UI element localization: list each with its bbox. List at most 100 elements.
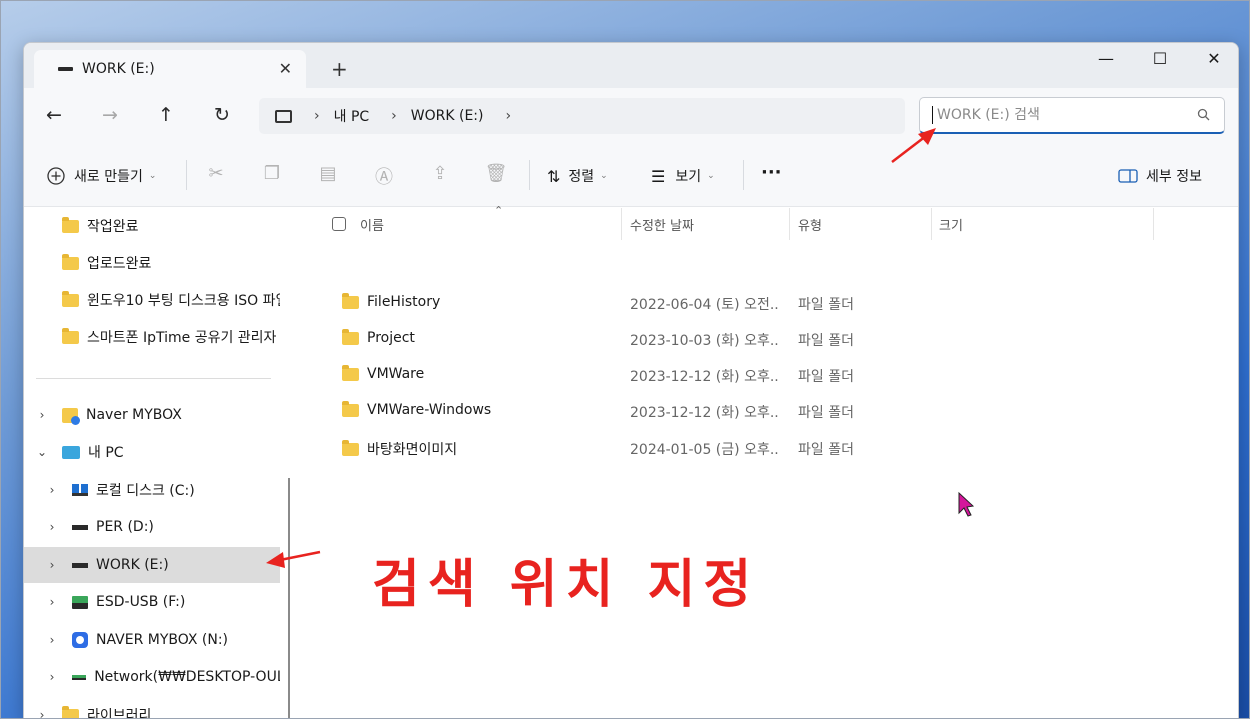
sidebar-item-naver-mybox[interactable]: › Naver MYBOX xyxy=(24,397,280,433)
view-icon: ☰ xyxy=(651,166,666,186)
file-name: VMWare xyxy=(367,366,425,382)
address-bar[interactable]: › 내 PC › WORK (E:) › xyxy=(259,98,905,134)
new-button[interactable]: 새로 만들기 ⌄ xyxy=(46,166,156,186)
tab-close-icon[interactable]: ✕ xyxy=(279,59,292,78)
column-date[interactable]: 수정한 날짜 xyxy=(630,208,694,240)
sidebar-item-my-pc[interactable]: ⌄ 내 PC xyxy=(24,434,280,470)
column-divider[interactable] xyxy=(789,208,790,240)
folder-icon xyxy=(342,364,359,381)
file-date: 2023-12-12 (화) 오후... xyxy=(630,405,780,421)
chevron-right-icon[interactable]: › xyxy=(42,670,62,684)
annotation-label: 검색 위치 지정 xyxy=(372,555,760,615)
folder-icon xyxy=(342,292,359,309)
sidebar-item-per-d[interactable]: › PER (D:) xyxy=(24,509,280,545)
chevron-right-icon[interactable]: › xyxy=(42,595,62,609)
sidebar-item-naver-mybox-n[interactable]: › NAVER MYBOX (N:) xyxy=(24,622,280,658)
search-input[interactable] xyxy=(937,107,1187,123)
breadcrumb-separator: › xyxy=(505,108,512,124)
share-icon[interactable]: ⇪ xyxy=(428,163,452,184)
folder-icon xyxy=(342,400,359,417)
folder-icon xyxy=(342,328,359,345)
chevron-down-icon: ⌄ xyxy=(707,171,715,181)
file-type: 파일 폴더 xyxy=(798,297,854,313)
folder-icon xyxy=(342,439,359,456)
file-date: 2022-06-04 (토) 오전... xyxy=(630,297,780,313)
table-row[interactable]: VMWare-Windows 2023-12-12 (화) 오후... 파일 폴… xyxy=(300,393,1200,429)
cut-icon[interactable]: ✂ xyxy=(204,163,228,184)
column-header-label: 크기 xyxy=(939,218,963,234)
table-row[interactable]: Project 2023-10-03 (화) 오후... 파일 폴더 xyxy=(300,321,1200,357)
forward-button[interactable]: → xyxy=(95,104,125,126)
sort-label: 정렬 xyxy=(568,169,595,185)
file-list: 이름 ⌃ 수정한 날짜 유형 크기 FileHistory 2022-06-04… xyxy=(300,204,1238,718)
details-pane-button[interactable]: 세부 정보 xyxy=(1118,166,1202,186)
paste-icon[interactable]: ▤ xyxy=(316,163,340,184)
sidebar-item-pinned[interactable]: 윈도우10 부팅 디스크용 ISO 파일 xyxy=(24,282,280,318)
sort-button[interactable]: ⇅ 정렬 ⌄ xyxy=(547,166,608,186)
chevron-right-icon[interactable]: › xyxy=(42,520,62,534)
tab-title: WORK (E:) xyxy=(82,61,155,77)
network-icon xyxy=(72,674,87,680)
sidebar-item-libraries[interactable]: › 라이브러리 xyxy=(24,697,280,718)
sidebar-item-network-drive[interactable]: › Network(₩₩DESKTOP-OULBV xyxy=(24,659,280,695)
chevron-right-icon[interactable]: › xyxy=(32,408,52,422)
search-box[interactable] xyxy=(919,97,1225,134)
sidebar-item-work-e[interactable]: › WORK (E:) xyxy=(24,547,280,583)
column-divider[interactable] xyxy=(1153,208,1154,240)
command-bar: 새로 만들기 ⌄ ✂ ❐ ▤ Ⓐ ⇪ 🗑 ⇅ 정렬 ⌄ ☰ 보기 ⌄ ··· 세… xyxy=(24,142,1238,207)
column-header-label: 수정한 날짜 xyxy=(630,218,694,234)
rename-icon[interactable]: Ⓐ xyxy=(372,163,396,189)
sidebar-item-local-disk-c[interactable]: › 로컬 디스크 (C:) xyxy=(24,472,280,508)
table-row[interactable]: FileHistory 2022-06-04 (토) 오전... 파일 폴더 xyxy=(300,285,1200,321)
column-divider[interactable] xyxy=(621,208,622,240)
mybox-icon xyxy=(62,407,80,425)
chevron-right-icon[interactable]: › xyxy=(42,633,62,647)
maximize-button[interactable]: ☐ xyxy=(1140,49,1180,68)
file-name: Project xyxy=(367,330,415,346)
breadcrumb-my-pc[interactable]: 내 PC xyxy=(334,106,370,126)
sidebar-item-esd-usb-f[interactable]: › ESD-USB (F:) xyxy=(24,584,280,620)
column-name[interactable]: 이름 xyxy=(332,208,384,240)
select-all-checkbox[interactable] xyxy=(332,217,346,231)
minimize-button[interactable]: — xyxy=(1086,49,1126,68)
table-row[interactable]: 바탕화면이미지 2024-01-05 (금) 오후... 파일 폴더 xyxy=(300,430,1200,466)
column-type[interactable]: 유형 xyxy=(798,208,822,240)
chevron-right-icon[interactable]: › xyxy=(42,483,62,497)
sidebar-item-label: 업로드완료 xyxy=(87,256,152,272)
pc-icon xyxy=(62,445,80,459)
search-icon xyxy=(1197,108,1210,121)
refresh-button[interactable]: ↻ xyxy=(207,104,237,126)
file-date: 2023-10-03 (화) 오후... xyxy=(630,333,780,349)
file-date: 2024-01-05 (금) 오후... xyxy=(630,442,780,458)
column-divider[interactable] xyxy=(931,208,932,240)
add-circle-icon xyxy=(47,167,65,185)
chevron-right-icon[interactable]: › xyxy=(32,708,52,718)
sidebar-item-pinned[interactable]: 작업완료 xyxy=(24,208,280,244)
column-size[interactable]: 크기 xyxy=(939,208,963,240)
copy-icon[interactable]: ❐ xyxy=(260,163,284,184)
column-header-label: 유형 xyxy=(798,218,822,234)
chevron-down-icon[interactable]: ⌄ xyxy=(32,445,52,459)
tab-work-e[interactable]: WORK (E:) ✕ xyxy=(34,50,306,88)
divider xyxy=(186,160,187,190)
new-tab-button[interactable]: + xyxy=(331,57,348,81)
sidebar-item-pinned[interactable]: 스마트폰 IpTime 공유기 관리자 xyxy=(24,319,280,355)
breadcrumb-work-e[interactable]: WORK (E:) xyxy=(411,108,484,124)
chevron-down-icon: ⌄ xyxy=(600,171,608,181)
delete-icon[interactable]: 🗑 xyxy=(484,163,508,184)
folder-icon xyxy=(62,705,79,718)
sort-icon: ⇅ xyxy=(547,166,561,186)
breadcrumb-separator: › xyxy=(314,108,320,124)
close-window-button[interactable]: ✕ xyxy=(1194,49,1234,68)
file-type: 파일 폴더 xyxy=(798,442,854,458)
view-button[interactable]: ☰ 보기 ⌄ xyxy=(651,166,715,186)
folder-icon xyxy=(62,216,79,233)
up-button[interactable]: ↑ xyxy=(151,104,181,126)
sidebar-scrollbar[interactable] xyxy=(288,478,290,718)
table-row[interactable]: VMWare 2023-12-12 (화) 오후... 파일 폴더 xyxy=(300,357,1200,393)
mybox-drive-icon xyxy=(72,632,88,648)
more-options-button[interactable]: ··· xyxy=(761,162,782,183)
sidebar-item-pinned[interactable]: 업로드완료 xyxy=(24,245,280,281)
back-button[interactable]: ← xyxy=(39,104,69,126)
chevron-right-icon[interactable]: › xyxy=(42,558,62,572)
